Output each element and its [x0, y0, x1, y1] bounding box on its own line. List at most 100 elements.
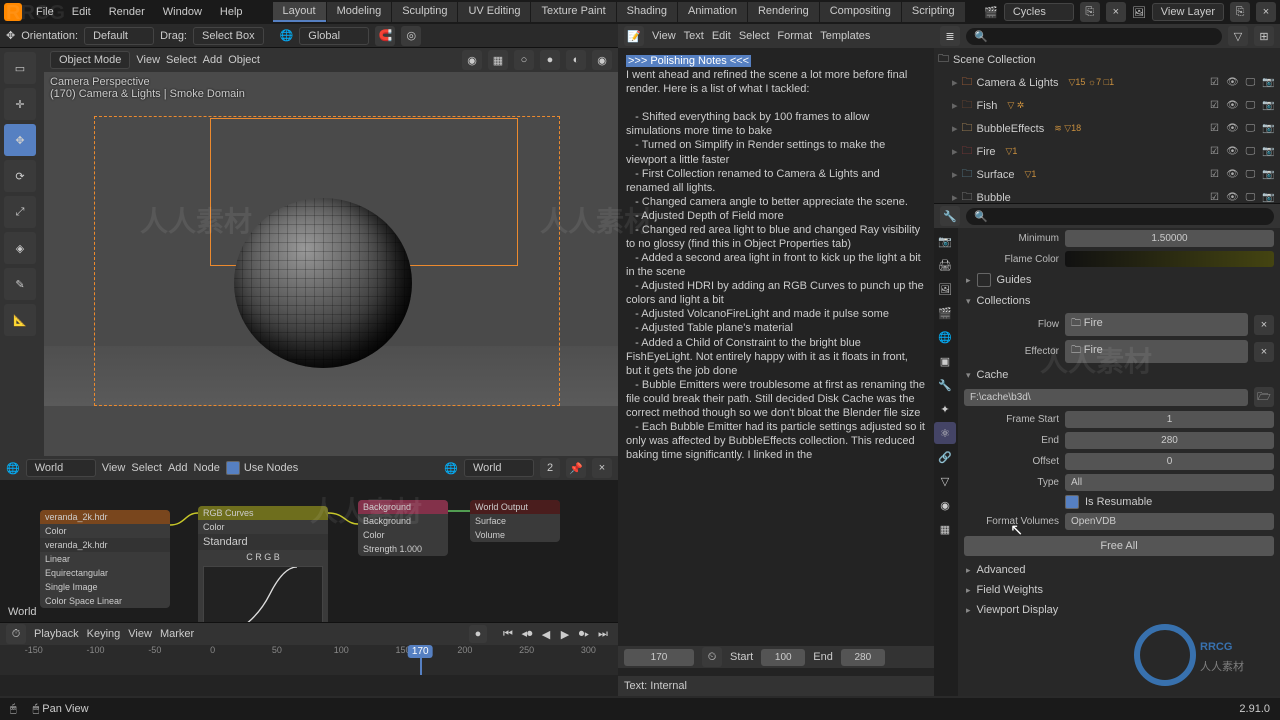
- timeline-ruler[interactable]: -150 -100 -50 0 50 100 150 200 250 300 1…: [0, 645, 618, 675]
- ptab-world-icon[interactable]: 🌐: [934, 326, 956, 348]
- te-text[interactable]: Text: [684, 30, 704, 42]
- start-frame-field[interactable]: 100: [761, 649, 805, 666]
- ptab-particles-icon[interactable]: ✦: [934, 398, 956, 420]
- ptab-render-icon[interactable]: 📷: [934, 230, 956, 252]
- 3d-viewport[interactable]: Object Mode View Select Add Object ◉ ▦ ○…: [44, 48, 618, 456]
- effector-clear-icon[interactable]: ×: [1254, 342, 1274, 362]
- offset-field[interactable]: 0: [1065, 453, 1274, 470]
- jump-end-icon[interactable]: ⏭: [594, 625, 612, 643]
- annotate-tool-icon[interactable]: ✎: [4, 268, 36, 300]
- orientation-dropdown[interactable]: Default: [84, 27, 154, 45]
- node-environment-tex[interactable]: veranda_2k.hdr Color veranda_2k.hdr Line…: [40, 510, 170, 608]
- exclude-icon[interactable]: ☑: [1207, 167, 1222, 182]
- ptab-constraints-icon[interactable]: 🔗: [934, 446, 956, 468]
- tab-uv[interactable]: UV Editing: [458, 2, 530, 22]
- keyframe-prev-icon[interactable]: ◂⏺: [518, 625, 536, 643]
- hide-icon[interactable]: 👁: [1225, 144, 1240, 159]
- tab-modeling[interactable]: Modeling: [327, 2, 392, 22]
- ptab-scene-icon[interactable]: 🎬: [934, 302, 956, 324]
- shading-solid-icon[interactable]: ●: [540, 50, 560, 70]
- props-search[interactable]: 🔍: [966, 208, 1274, 225]
- snap-icon[interactable]: 🧲: [375, 26, 395, 46]
- outliner-item[interactable]: ▸ 🗀 BubbleEffects≋ ▽18☑👁🖵📷: [934, 117, 1280, 140]
- ne-menu-add[interactable]: Add: [168, 462, 188, 474]
- panel-viewport-display[interactable]: Viewport Display: [964, 600, 1274, 620]
- panel-collections[interactable]: Collections: [964, 291, 1274, 311]
- disable-icon[interactable]: 🖵: [1243, 98, 1258, 113]
- cursor-tool-icon[interactable]: ✛: [4, 88, 36, 120]
- outliner-root[interactable]: 🗀 Scene Collection: [934, 48, 1280, 71]
- browse-folder-icon[interactable]: 🗁: [1254, 387, 1274, 407]
- hide-icon[interactable]: 👁: [1225, 121, 1240, 136]
- outliner-item[interactable]: ▸ 🗀 Surface▽1☑👁🖵📷: [934, 163, 1280, 186]
- text-editor-icon[interactable]: 📝: [624, 26, 644, 46]
- panel-cache[interactable]: Cache: [964, 365, 1274, 385]
- close-icon[interactable]: ×: [592, 458, 612, 478]
- node-editor[interactable]: World veranda_2k.hdr Color veranda_2k.hd…: [0, 480, 618, 622]
- menu-window[interactable]: Window: [155, 3, 210, 21]
- mode-dropdown[interactable]: Object Mode: [50, 51, 130, 69]
- exclude-icon[interactable]: ☑: [1207, 190, 1222, 204]
- menu-file[interactable]: File: [28, 3, 62, 21]
- world-slot-dropdown[interactable]: World: [464, 459, 534, 477]
- tab-shading[interactable]: Shading: [617, 2, 677, 22]
- proportional-icon[interactable]: ◎: [401, 26, 421, 46]
- te-templates[interactable]: Templates: [820, 30, 870, 42]
- viewlayer-new-icon[interactable]: ⎘: [1230, 2, 1250, 22]
- frame-end-field[interactable]: 280: [1065, 432, 1274, 449]
- disable-icon[interactable]: 🖵: [1243, 144, 1258, 159]
- shading-matprev-icon[interactable]: ◐: [566, 50, 586, 70]
- outliner-search[interactable]: 🔍: [966, 28, 1222, 45]
- ptab-viewlayer-icon[interactable]: 🖼: [934, 278, 956, 300]
- rotate-tool-icon[interactable]: ⟳: [4, 160, 36, 192]
- tl-keying[interactable]: Keying: [87, 628, 121, 640]
- scene-new-icon[interactable]: ⎘: [1080, 2, 1100, 22]
- ptab-data-icon[interactable]: ▽: [934, 470, 956, 492]
- frame-start-field[interactable]: 1: [1065, 411, 1274, 428]
- use-nodes-checkbox[interactable]: Use Nodes: [226, 461, 298, 475]
- move-tool-icon[interactable]: ✥: [4, 124, 36, 156]
- panel-guides[interactable]: Guides: [964, 269, 1274, 291]
- hide-icon[interactable]: 👁: [1225, 190, 1240, 204]
- ne-menu-node[interactable]: Node: [194, 462, 220, 474]
- outliner-item[interactable]: ▸ 🗀 Fish▽ ✲☑👁🖵📷: [934, 94, 1280, 117]
- exclude-icon[interactable]: ☑: [1207, 121, 1222, 136]
- play-fwd-icon[interactable]: ▶: [556, 625, 574, 643]
- tab-scripting[interactable]: Scripting: [902, 2, 965, 22]
- exclude-icon[interactable]: ☑: [1207, 75, 1222, 90]
- hide-icon[interactable]: 👁: [1225, 75, 1240, 90]
- flow-clear-icon[interactable]: ×: [1254, 315, 1274, 335]
- ptab-physics-icon[interactable]: ⚛: [934, 422, 956, 444]
- xray-icon[interactable]: ▦: [488, 50, 508, 70]
- menu-render[interactable]: Render: [101, 3, 153, 21]
- tab-texpaint[interactable]: Texture Paint: [531, 2, 615, 22]
- outliner-item[interactable]: ▸ 🗀 Bubble☑👁🖵📷: [934, 186, 1280, 204]
- shading-wire-icon[interactable]: ○: [514, 50, 534, 70]
- disable-icon[interactable]: 🖵: [1243, 167, 1258, 182]
- vp-menu-view[interactable]: View: [136, 54, 160, 66]
- render-icon[interactable]: 📷: [1261, 167, 1276, 182]
- text-body[interactable]: >>> Polishing Notes <<< I went ahead and…: [618, 48, 934, 676]
- panel-advanced[interactable]: Advanced: [964, 560, 1274, 580]
- te-select[interactable]: Select: [739, 30, 770, 42]
- minimum-field[interactable]: 1.50000: [1065, 230, 1274, 247]
- viewlayer-dropdown[interactable]: View Layer: [1152, 3, 1224, 21]
- new-collection-icon[interactable]: ⊞: [1254, 26, 1274, 46]
- tab-rendering[interactable]: Rendering: [748, 2, 819, 22]
- render-icon[interactable]: 📷: [1261, 75, 1276, 90]
- timeline-editor-icon[interactable]: ⏱: [6, 624, 26, 644]
- autokey-icon[interactable]: ●: [469, 625, 487, 643]
- outliner-item[interactable]: ▸ 🗀 Fire▽1☑👁🖵📷: [934, 140, 1280, 163]
- ptab-output-icon[interactable]: 🖨: [934, 254, 956, 276]
- ptab-material-icon[interactable]: ◉: [934, 494, 956, 516]
- render-icon[interactable]: 📷: [1261, 190, 1276, 204]
- end-frame-field[interactable]: 280: [841, 649, 885, 666]
- node-world-output[interactable]: World Output Surface Volume: [470, 500, 560, 542]
- filter-icon[interactable]: ▽: [1228, 26, 1248, 46]
- outliner-item[interactable]: ▸ 🗀 Camera & Lights▽15 ☼7 □1☑👁🖵📷: [934, 71, 1280, 94]
- tab-layout[interactable]: Layout: [273, 2, 326, 22]
- keyframe-next-icon[interactable]: ⏺▸: [575, 625, 593, 643]
- exclude-icon[interactable]: ☑: [1207, 144, 1222, 159]
- vp-menu-object[interactable]: Object: [228, 54, 260, 66]
- exclude-icon[interactable]: ☑: [1207, 98, 1222, 113]
